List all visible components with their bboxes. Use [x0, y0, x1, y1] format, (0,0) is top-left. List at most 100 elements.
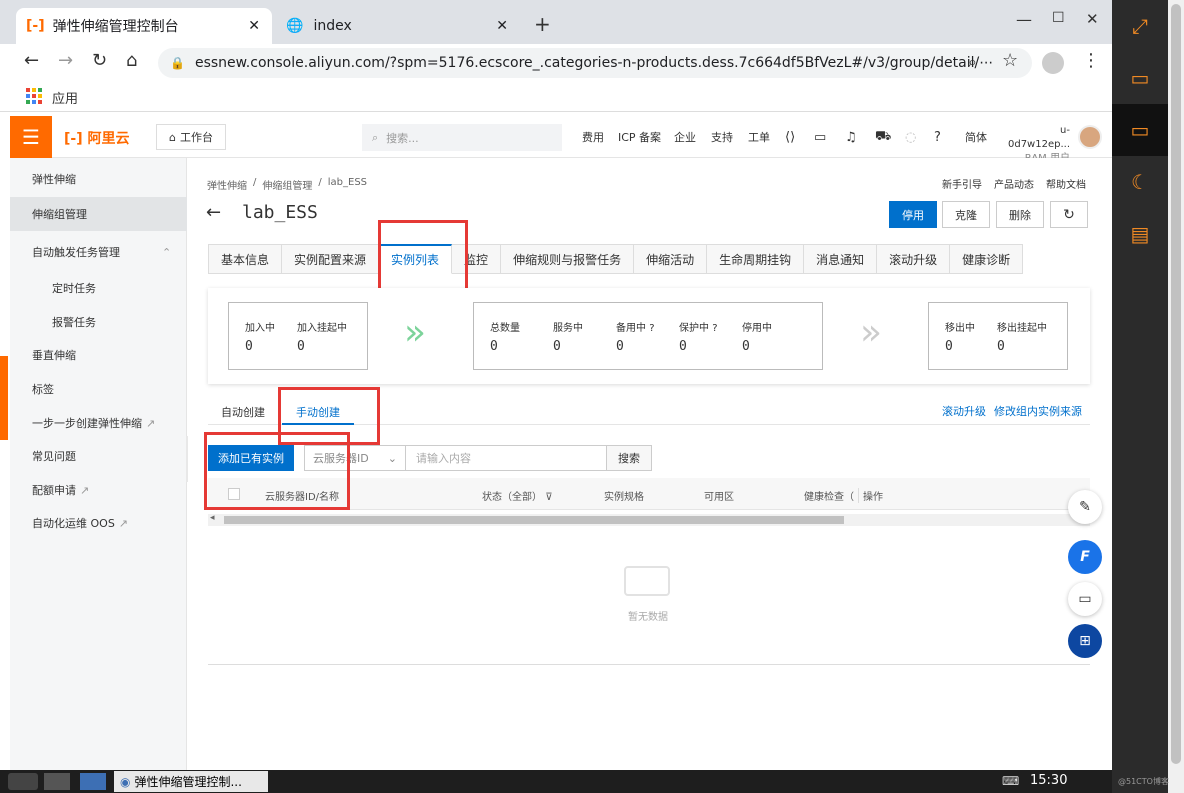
chat-icon[interactable]: ▭ — [1068, 582, 1102, 616]
nav-fees[interactable]: 费用 — [582, 116, 604, 158]
tab-activities[interactable]: 伸缩活动 — [634, 244, 708, 274]
new-tab-icon[interactable]: + — [534, 12, 551, 36]
help-icon[interactable]: ? — [934, 116, 941, 158]
side-drawer-handle[interactable] — [0, 356, 8, 440]
workbench-button[interactable]: ⌂ 工作台 — [156, 124, 226, 150]
product-news-link[interactable]: 产品动态 — [994, 176, 1034, 191]
filter-icon[interactable]: ⊽ — [545, 492, 552, 503]
bus-icon[interactable]: ▤ — [1112, 208, 1168, 260]
sidebar-item-vertical[interactable]: 垂直伸缩 — [10, 338, 187, 372]
fullscreen-icon[interactable]: ⤢ — [1112, 0, 1168, 52]
sidebar-item-oos[interactable]: 自动化运维 OOS ↗ — [10, 506, 187, 540]
edit-pen-icon[interactable]: ✎ — [1068, 490, 1102, 524]
clone-button[interactable]: 克隆 — [942, 201, 990, 228]
col-status[interactable]: 状态（全部） ⊽ — [482, 488, 553, 503]
breadcrumb-ess[interactable]: 弹性伸缩 — [207, 177, 247, 192]
tab-instance-source[interactable]: 实例配置来源 — [282, 244, 380, 274]
forward-icon[interactable]: → — [58, 50, 73, 71]
zoom-icon[interactable]: ⌕ — [968, 52, 977, 72]
sidebar-item-ess[interactable]: 弹性伸缩 — [10, 162, 187, 196]
tab-lifecycle[interactable]: 生命周期挂钩 — [707, 244, 805, 274]
help-circle-icon[interactable]: ? — [712, 323, 717, 334]
home-icon: ⌂ — [169, 130, 176, 144]
start-icon[interactable] — [8, 773, 38, 790]
search-button[interactable]: 搜索 — [606, 445, 652, 471]
breadcrumb-group[interactable]: 伸缩组管理 — [262, 177, 312, 192]
profile-icon[interactable] — [1042, 52, 1064, 74]
scrollbar-thumb[interactable] — [224, 516, 844, 524]
console-search-input[interactable]: ⌕ 搜索... — [362, 124, 562, 151]
modify-source-link[interactable]: 修改组内实例来源 — [994, 403, 1082, 419]
nav-icp[interactable]: ICP 备案 — [618, 116, 661, 158]
code-icon[interactable]: ⟨⟩ — [785, 116, 795, 158]
taskbar-window-console[interactable]: ◉ 弹性伸缩管理控制... — [114, 771, 268, 792]
files-icon[interactable] — [44, 773, 70, 790]
bookmark-star-icon[interactable]: ☆ — [1002, 50, 1018, 71]
reload-icon[interactable]: ↻ — [92, 50, 107, 71]
page-scrollbar[interactable] — [1168, 0, 1184, 793]
apps-label[interactable]: 应用 — [52, 88, 78, 107]
table-h-scrollbar[interactable]: ◂ — [208, 513, 1090, 526]
close-tab-icon[interactable]: ✕ — [496, 18, 508, 34]
tab-basic-info[interactable]: 基本信息 — [208, 244, 283, 274]
refresh-icon[interactable]: ↻ — [1050, 201, 1088, 228]
desktop-icon[interactable]: ▭ — [1112, 104, 1168, 156]
delete-button[interactable]: 删除 — [996, 201, 1044, 228]
bell-icon[interactable]: ♫ — [845, 116, 857, 158]
sidebar-item-scheduled[interactable]: 定时任务 — [10, 271, 187, 305]
language-switch[interactable]: 简体 — [965, 116, 987, 158]
terminal-icon[interactable]: ▭ — [1112, 52, 1168, 104]
rolling-upgrade-link[interactable]: 滚动升级 — [942, 403, 986, 419]
assistant-f-icon[interactable]: F — [1068, 540, 1102, 574]
close-tab-icon[interactable]: ✕ — [248, 18, 260, 34]
sidebar-item-tags[interactable]: 标签 — [10, 372, 187, 406]
sidebar-item-tutorial[interactable]: 一步一步创建弹性伸缩 ↗ — [10, 406, 187, 440]
home-icon[interactable]: ⌂ — [126, 50, 137, 71]
address-bar[interactable]: 🔒 essnew.console.aliyun.com/?spm=5176.ec… — [158, 48, 1032, 78]
aliyun-logo[interactable]: [-] 阿里云 — [64, 128, 129, 148]
sidebar-item-alarm[interactable]: 报警任务 — [10, 305, 187, 339]
aliyun-favicon-icon: [-] — [26, 18, 45, 34]
cart-icon[interactable]: ⛟ — [875, 116, 891, 158]
sidebar-item-group-manage[interactable]: 伸缩组管理 — [10, 197, 187, 231]
bulb-icon[interactable]: ◌ — [905, 116, 916, 158]
hamburger-menu-icon[interactable]: ☰ — [10, 116, 52, 158]
guide-link[interactable]: 新手引导 — [942, 176, 982, 191]
minimize-icon[interactable]: — — [1016, 10, 1032, 29]
moon-icon[interactable]: ☾ — [1112, 156, 1168, 208]
nav-support[interactable]: 支持 — [711, 116, 733, 158]
maximize-icon[interactable]: ☐ — [1052, 10, 1065, 26]
tab-rules[interactable]: 伸缩规则与报警任务 — [501, 244, 635, 274]
browser-tab-console[interactable]: [-] 弹性伸缩管理控制台 ✕ — [16, 8, 272, 44]
close-window-icon[interactable]: ✕ — [1086, 10, 1099, 28]
tab-health[interactable]: 健康诊断 — [950, 244, 1024, 274]
browser-icon[interactable] — [80, 773, 106, 790]
bookmarks-bar: 应用 — [0, 82, 1112, 112]
apps-icon[interactable]: ⊞ — [1068, 624, 1102, 658]
menu-dots-icon[interactable]: ⋮ — [1082, 50, 1100, 71]
external-link-icon: ↗ — [118, 516, 129, 530]
keyboard-icon[interactable]: ⌨ — [1002, 774, 1019, 788]
nav-enterprise[interactable]: 企业 — [674, 116, 696, 158]
scrollbar-thumb[interactable] — [1171, 4, 1181, 764]
help-circle-icon[interactable]: ? — [649, 323, 654, 334]
sidebar-item-auto-task[interactable]: 自动触发任务管理 ⌃ — [10, 235, 187, 269]
cloud-shell-icon[interactable]: ▭ — [814, 116, 826, 158]
tab-notification[interactable]: 消息通知 — [804, 244, 878, 274]
apps-grid-icon[interactable] — [26, 88, 42, 104]
sidebar-item-faq[interactable]: 常见问题 — [10, 439, 187, 473]
browser-tab-index[interactable]: 🌐 index ✕ — [276, 8, 520, 44]
scroll-left-icon[interactable]: ◂ — [210, 513, 215, 523]
tab-rolling[interactable]: 滚动升级 — [877, 244, 951, 274]
sidebar-item-quota[interactable]: 配额申请 ↗ — [10, 473, 187, 507]
col-actions: 操作 — [858, 488, 883, 503]
back-arrow-icon[interactable]: ← — [206, 202, 221, 223]
back-icon[interactable]: ← — [24, 50, 39, 71]
search-input[interactable]: 请输入内容 — [405, 445, 607, 471]
help-docs-link[interactable]: 帮助文档 — [1046, 176, 1086, 191]
avatar[interactable] — [1078, 125, 1102, 149]
subtab-auto[interactable]: 自动创建 — [221, 404, 265, 420]
lock-icon: 🔒 — [170, 56, 185, 70]
nav-ticket[interactable]: 工单 — [748, 116, 770, 158]
disable-button[interactable]: 停用 — [889, 201, 937, 228]
